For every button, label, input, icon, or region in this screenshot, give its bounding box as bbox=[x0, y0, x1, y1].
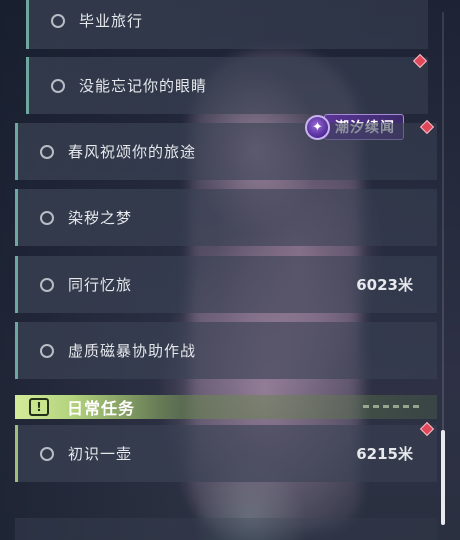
sparkle-icon: ✦ bbox=[305, 114, 330, 140]
section-title: 日常任务 bbox=[67, 399, 136, 418]
quest-item-graduation-trip[interactable]: 毕业旅行 bbox=[26, 0, 428, 49]
quest-item-first-pot[interactable]: 初识一壶 6215米 bbox=[15, 425, 437, 482]
list-item-partial bbox=[15, 518, 437, 540]
quest-item-spring-breeze[interactable]: 春风祝颂你的旅途 bbox=[15, 123, 437, 180]
quest-status-circle-icon bbox=[40, 277, 54, 292]
quest-item-cannot-forget-your-eyes[interactable]: 没能忘记你的眼睛 bbox=[26, 57, 428, 114]
scrollbar-thumb[interactable] bbox=[441, 430, 445, 525]
quest-status-circle-icon bbox=[40, 446, 54, 461]
alert-icon: ! bbox=[29, 398, 49, 416]
quest-item-label: 初识一壶 bbox=[68, 445, 133, 463]
quest-item-tainted-dream[interactable]: 染秽之梦 bbox=[15, 189, 437, 246]
quest-status-circle-icon bbox=[51, 13, 65, 28]
quest-status-circle-icon bbox=[40, 144, 54, 159]
quest-item-tacet-storm-support[interactable]: 虚质磁暴协助作战 bbox=[15, 322, 437, 379]
quest-status-circle-icon bbox=[40, 210, 54, 225]
header-decoration bbox=[363, 405, 423, 408]
quest-distance: 6215米 bbox=[356, 445, 413, 463]
quest-item-label: 染秽之梦 bbox=[68, 209, 133, 227]
quest-item-travel-memories[interactable]: 同行忆旅 6023米 bbox=[15, 256, 437, 313]
daily-quests-header[interactable]: ! 日常任务 bbox=[15, 395, 437, 419]
quest-status-circle-icon bbox=[51, 78, 65, 93]
quest-item-label: 虚质磁暴协助作战 bbox=[68, 342, 197, 360]
quest-distance: 6023米 bbox=[356, 276, 413, 294]
quest-item-label: 春风祝颂你的旅途 bbox=[68, 143, 197, 161]
quest-item-label: 没能忘记你的眼睛 bbox=[79, 77, 208, 95]
quest-item-label: 毕业旅行 bbox=[79, 12, 144, 30]
quest-status-circle-icon bbox=[40, 343, 54, 358]
quest-item-label: 同行忆旅 bbox=[68, 276, 133, 294]
